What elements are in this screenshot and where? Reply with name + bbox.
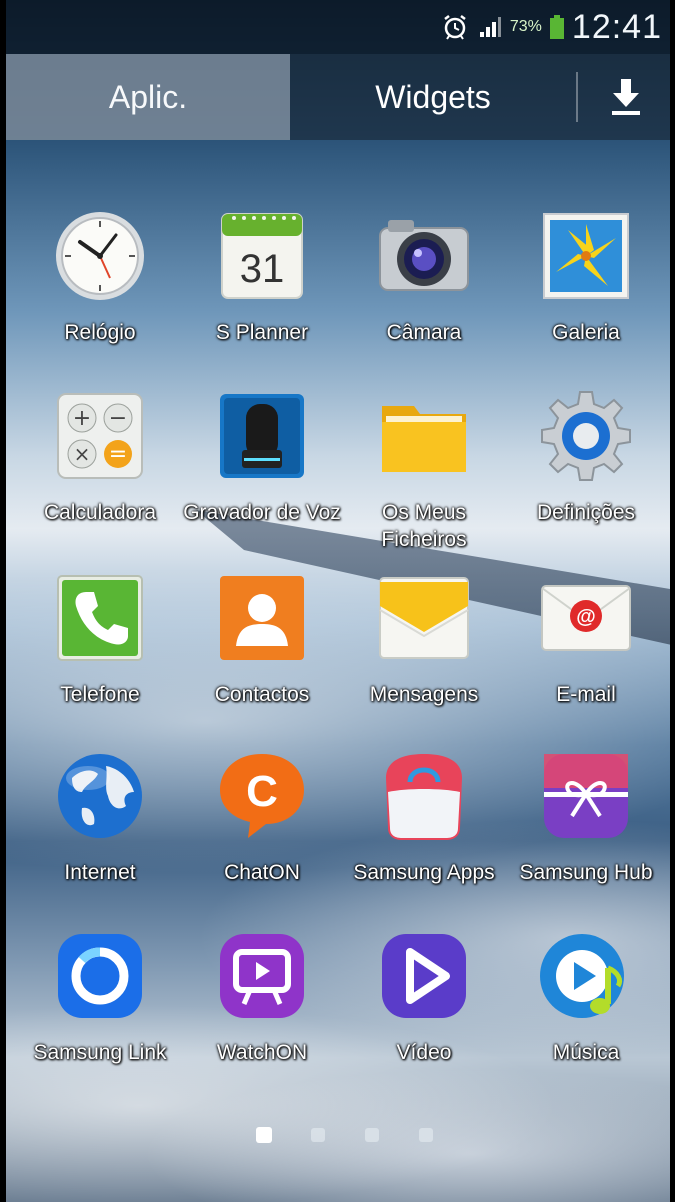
- music-icon: [540, 934, 624, 1018]
- app-label: Câmara: [386, 321, 462, 344]
- svg-text:@: @: [576, 606, 596, 628]
- page-indicator: [6, 1127, 670, 1145]
- app-label: Internet: [64, 861, 136, 884]
- chaton-letter: C: [246, 767, 278, 816]
- voice-recorder-icon: [220, 394, 304, 478]
- app-mensagens[interactable]: Mensagens: [344, 570, 504, 708]
- video-play-icon: [382, 934, 466, 1018]
- app-label: Samsung Apps: [353, 861, 495, 884]
- app-s-planner[interactable]: 31 S Planner: [182, 208, 342, 346]
- calendar-icon: 31: [221, 213, 303, 299]
- app-relogio[interactable]: Relógio: [20, 208, 180, 346]
- app-camara[interactable]: Câmara: [344, 208, 504, 346]
- app-samsung-hub[interactable]: Samsung Hub: [506, 748, 666, 886]
- tv-icon: [220, 934, 304, 1018]
- app-e-mail[interactable]: @ E-mail: [506, 570, 666, 708]
- svg-text:×: ×: [74, 442, 91, 466]
- app-video[interactable]: Vídeo: [344, 928, 504, 1066]
- page-dot-2[interactable]: [311, 1128, 325, 1142]
- email-icon: @: [541, 585, 631, 651]
- app-label: Música: [552, 1041, 620, 1064]
- samsung-link-icon: [58, 934, 142, 1018]
- app-chaton[interactable]: C ChatON: [182, 748, 342, 886]
- app-samsung-apps[interactable]: Samsung Apps: [344, 748, 504, 886]
- app-label: Relógio: [64, 321, 136, 344]
- app-gravador-de-voz[interactable]: Gravador de Voz: [182, 388, 342, 526]
- alarm-icon: [444, 15, 466, 40]
- phone-icon: [57, 575, 143, 661]
- page-dot-1[interactable]: [256, 1127, 272, 1143]
- svg-text:+: +: [73, 406, 91, 431]
- app-definicoes[interactable]: Definições: [506, 388, 666, 526]
- clock-icon: [56, 212, 144, 300]
- shopping-bag-icon: [386, 754, 462, 840]
- svg-text:−: −: [109, 406, 127, 431]
- app-label: Telefone: [60, 683, 140, 706]
- app-label: Definições: [536, 501, 636, 524]
- app-label: E-mail: [556, 683, 616, 706]
- app-telefone[interactable]: Telefone: [20, 570, 180, 708]
- camera-icon: [379, 220, 469, 291]
- settings-gear-icon: [541, 391, 631, 481]
- page-dot-3[interactable]: [365, 1128, 379, 1142]
- chaton-icon: C: [220, 754, 304, 838]
- app-label: Samsung Link: [33, 1041, 167, 1064]
- tab-apps[interactable]: Aplic.: [6, 54, 290, 140]
- app-calculadora[interactable]: + − × = Calculadora: [20, 388, 180, 526]
- app-label: Mensagens: [369, 683, 479, 706]
- svg-text:=: =: [109, 442, 127, 467]
- app-label: Calculadora: [43, 501, 157, 524]
- app-label: Gravador de Voz: [183, 501, 341, 524]
- folder-icon: [382, 406, 466, 472]
- app-contactos[interactable]: Contactos: [182, 570, 342, 708]
- app-samsung-link[interactable]: Samsung Link: [20, 928, 180, 1066]
- tab-widgets[interactable]: Widgets: [290, 54, 576, 140]
- gift-ribbon-icon: [544, 754, 628, 838]
- app-label: Galeria: [552, 321, 620, 344]
- app-galeria[interactable]: Galeria: [506, 208, 666, 346]
- tab-bar: Aplic. Widgets: [6, 54, 670, 140]
- app-internet[interactable]: Internet: [20, 748, 180, 886]
- app-label: WatchON: [216, 1041, 308, 1064]
- app-label: Os Meus Ficheiros: [381, 501, 467, 551]
- app-os-meus-ficheiros[interactable]: Os Meus Ficheiros: [344, 388, 504, 553]
- app-musica[interactable]: Música: [506, 928, 666, 1066]
- battery-icon: [549, 15, 564, 39]
- app-watchon[interactable]: WatchON: [182, 928, 342, 1066]
- signal-icon: [479, 17, 501, 37]
- calendar-day: 31: [240, 247, 285, 291]
- messages-envelope-icon: [379, 577, 469, 659]
- home-screen: 73% 12:41 Aplic. Widgets Relógio 31 S Pl…: [6, 0, 670, 1202]
- calculator-icon: + − × =: [57, 393, 143, 479]
- globe-icon: [58, 754, 142, 838]
- app-label: ChatON: [224, 861, 300, 884]
- tab-divider: [576, 72, 578, 122]
- status-clock: 12:41: [571, 7, 662, 46]
- app-label: S Planner: [215, 321, 309, 344]
- app-label: Vídeo: [396, 1041, 452, 1064]
- app-label: Samsung Hub: [519, 861, 653, 884]
- battery-percent: 73%: [509, 18, 542, 35]
- download-icon: [612, 79, 640, 115]
- app-label: Contactos: [214, 683, 310, 706]
- gallery-icon: [543, 213, 629, 299]
- status-bar: 73% 12:41: [6, 0, 670, 54]
- download-button[interactable]: [582, 54, 670, 140]
- page-dot-4[interactable]: [419, 1128, 433, 1142]
- contacts-icon: [220, 576, 304, 660]
